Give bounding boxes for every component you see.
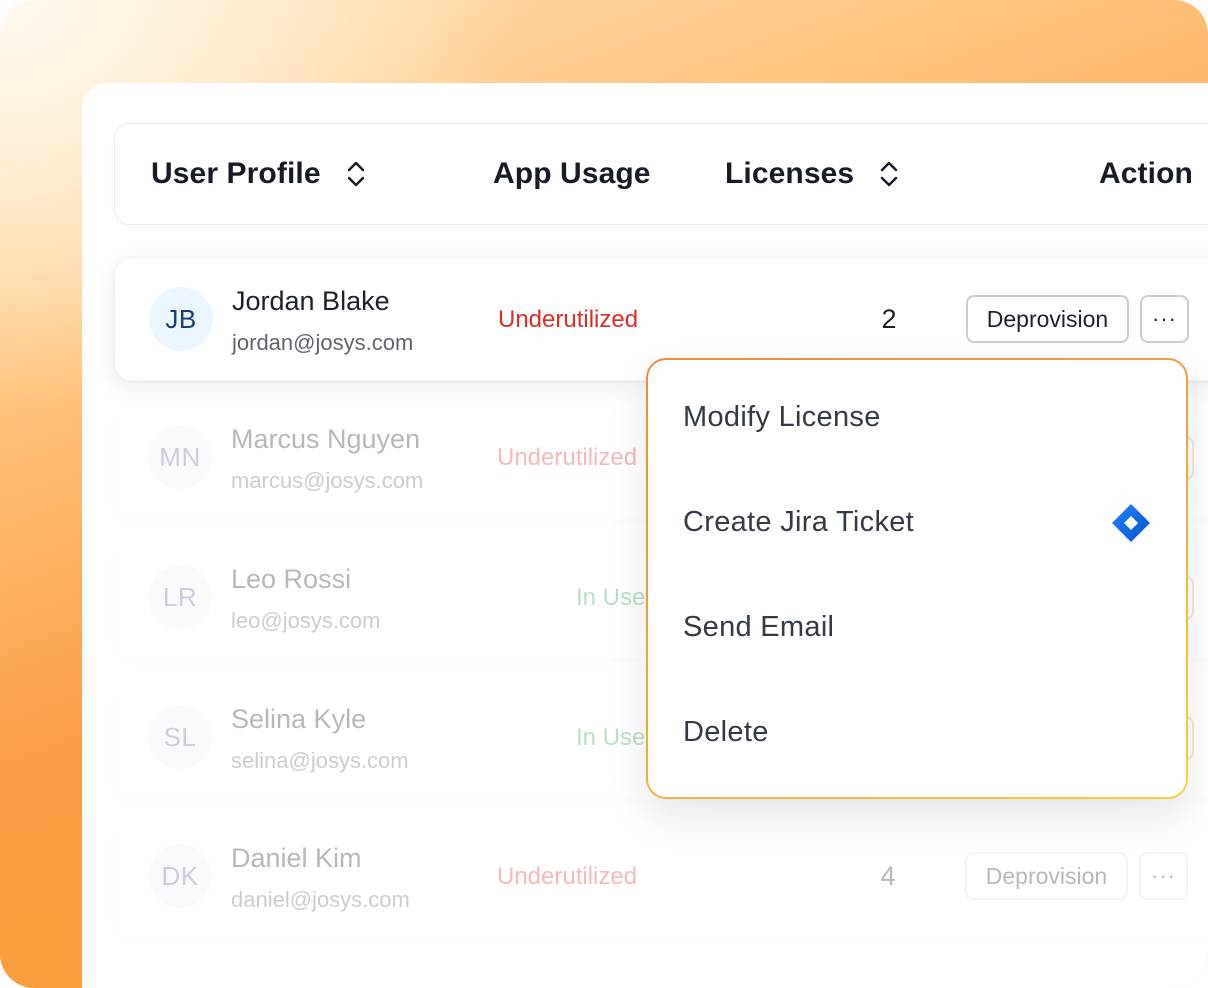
deprovision-button[interactable]: Deprovision	[965, 852, 1128, 900]
menu-item-create-jira-ticket[interactable]: Create Jira Ticket	[683, 506, 914, 539]
license-count: 2	[881, 304, 897, 334]
menu-item-delete[interactable]: Delete	[683, 716, 769, 749]
header-user-profile-label: User Profile	[151, 157, 321, 190]
avatar: LR	[148, 565, 212, 629]
action-dropdown-menu: Modify License Create Jira Ticket Send E…	[646, 358, 1188, 799]
header-user-profile[interactable]: User Profile	[151, 124, 367, 224]
header-action-label: Action	[1099, 157, 1193, 190]
sort-icon[interactable]	[878, 157, 900, 191]
table-header: User Profile App Usage Licenses Action	[114, 123, 1208, 225]
user-email: selina@josys.com	[231, 748, 409, 773]
deprovision-button[interactable]: Deprovision	[966, 295, 1129, 343]
header-licenses[interactable]: Licenses	[725, 124, 900, 224]
usage-status: Underutilized	[497, 863, 638, 890]
user-email: marcus@josys.com	[231, 468, 424, 493]
more-options-button[interactable]: ···	[1140, 295, 1189, 343]
usage-status: In Use	[576, 584, 646, 611]
table-row[interactable]: DK Daniel Kim daniel@josys.com Underutil…	[114, 815, 1208, 937]
avatar-initials: SL	[163, 721, 197, 752]
usage-status: Underutilized	[497, 444, 638, 471]
header-licenses-label: Licenses	[725, 157, 855, 190]
avatar-initials: MN	[159, 441, 201, 472]
user-email: jordan@josys.com	[232, 330, 414, 355]
avatar-initials: LR	[162, 581, 198, 612]
avatar: MN	[148, 425, 212, 489]
jira-icon	[1112, 504, 1150, 542]
user-email: daniel@josys.com	[231, 887, 410, 912]
usage-status: In Use	[576, 724, 646, 751]
action-dropdown-body: Modify License Create Jira Ticket Send E…	[648, 360, 1186, 797]
user-name: Jordan Blake	[232, 286, 390, 316]
background-frame: User Profile App Usage Licenses Action J…	[0, 0, 1208, 988]
avatar-initials: JB	[165, 303, 197, 334]
avatar-initials: DK	[161, 860, 199, 891]
avatar: SL	[148, 705, 212, 769]
user-email: leo@josys.com	[231, 608, 381, 633]
more-options-button[interactable]: ···	[1139, 852, 1188, 900]
user-name: Marcus Nguyen	[231, 424, 421, 454]
user-name: Selina Kyle	[231, 704, 367, 734]
header-action: Action	[1099, 124, 1193, 224]
header-app-usage-label: App Usage	[493, 157, 651, 190]
menu-item-modify-license[interactable]: Modify License	[683, 401, 881, 434]
avatar: JB	[149, 287, 213, 351]
user-name: Daniel Kim	[231, 843, 362, 873]
sort-icon[interactable]	[345, 157, 367, 191]
menu-item-send-email[interactable]: Send Email	[683, 611, 834, 644]
usage-status: Underutilized	[498, 306, 639, 333]
avatar: DK	[148, 844, 212, 908]
license-count: 4	[880, 861, 896, 891]
user-name: Leo Rossi	[231, 564, 352, 594]
header-app-usage: App Usage	[493, 124, 651, 224]
